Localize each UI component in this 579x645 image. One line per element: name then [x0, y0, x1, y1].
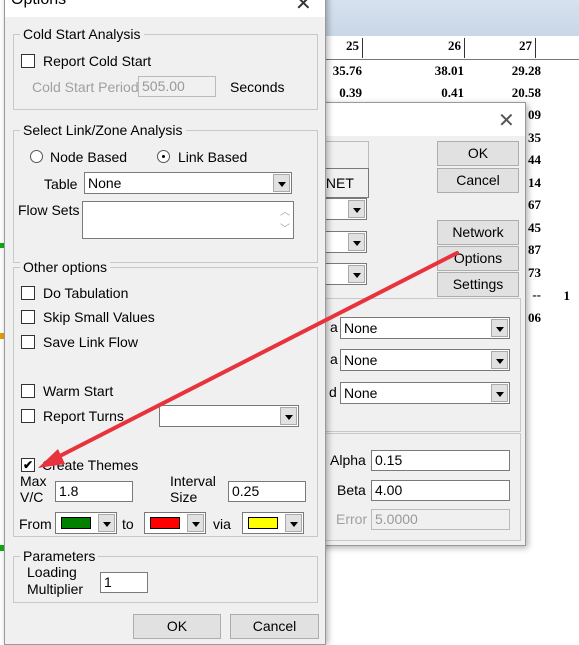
arrow-line — [50, 251, 459, 462]
annotation-arrow — [38, 251, 459, 468]
arrow-head — [38, 449, 65, 468]
